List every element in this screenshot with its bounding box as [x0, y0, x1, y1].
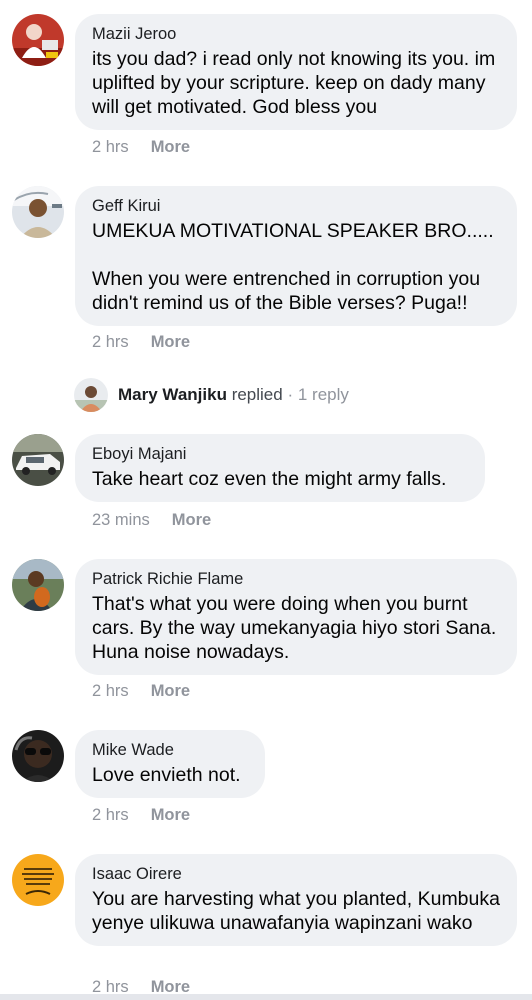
- comment-text: That's what you were doing when you burn…: [92, 593, 502, 663]
- comment-meta: 23 mins More: [92, 510, 211, 530]
- white-car-avatar-icon[interactable]: [12, 434, 64, 486]
- reply-count[interactable]: 1 reply: [298, 385, 349, 404]
- comment-time[interactable]: 2 hrs: [92, 138, 129, 156]
- quote-poster-avatar-icon[interactable]: [12, 854, 64, 906]
- bottom-divider: [0, 994, 532, 1000]
- comment-bubble: Isaac Oirere You are harvesting what you…: [75, 854, 517, 946]
- comment-bubble: Mazii Jeroo its you dad? i read only not…: [75, 14, 517, 130]
- reply-author[interactable]: Mary Wanjiku: [118, 385, 227, 404]
- comment-author[interactable]: Geff Kirui: [92, 196, 500, 216]
- comment-text: Love envieth not.: [92, 764, 241, 786]
- reply-separator: ·: [287, 385, 294, 404]
- more-button[interactable]: More: [151, 806, 190, 824]
- comment-text: Take heart coz even the might army falls…: [92, 468, 447, 490]
- comment-text: its you dad? i read only not knowing its…: [92, 48, 501, 118]
- comment-meta: 2 hrs More: [92, 805, 190, 825]
- comment-text: You are harvesting what you planted, Kum…: [92, 888, 506, 934]
- comment-author[interactable]: Isaac Oirere: [92, 864, 500, 884]
- woman-portrait-avatar-icon: [74, 378, 108, 412]
- man-portrait-avatar-icon[interactable]: [12, 186, 64, 238]
- more-button[interactable]: More: [172, 511, 211, 529]
- reply-summary[interactable]: Mary Wanjiku replied · 1 reply: [74, 377, 349, 413]
- more-button[interactable]: More: [151, 333, 190, 351]
- comment-bubble: Mike Wade Love envieth not.: [75, 730, 265, 798]
- comment-time[interactable]: 2 hrs: [92, 333, 129, 351]
- comment-meta: 2 hrs More: [92, 681, 190, 701]
- comment-time[interactable]: 2 hrs: [92, 682, 129, 700]
- comment-meta: 2 hrs More: [92, 137, 190, 157]
- comment-author[interactable]: Mazii Jeroo: [92, 24, 500, 44]
- red-figure-avatar-icon[interactable]: [12, 14, 64, 66]
- comment-bubble: Patrick Richie Flame That's what you wer…: [75, 559, 517, 675]
- comment-bubble: Geff Kirui UMEKUA MOTIVATIONAL SPEAKER B…: [75, 186, 517, 326]
- reply-summary-text[interactable]: Mary Wanjiku replied · 1 reply: [118, 385, 349, 405]
- comment-time[interactable]: 2 hrs: [92, 806, 129, 824]
- comment-meta: 2 hrs More: [92, 332, 190, 352]
- comment-text: UMEKUA MOTIVATIONAL SPEAKER BRO..... Whe…: [92, 220, 494, 314]
- man-sunglasses-avatar-icon[interactable]: [12, 730, 64, 782]
- comment-author[interactable]: Mike Wade: [92, 740, 248, 760]
- reply-action: replied: [231, 385, 283, 404]
- comment-author[interactable]: Eboyi Majani: [92, 444, 468, 464]
- comment-time[interactable]: 23 mins: [92, 511, 150, 529]
- more-button[interactable]: More: [151, 682, 190, 700]
- more-button[interactable]: More: [151, 138, 190, 156]
- comment-author[interactable]: Patrick Richie Flame: [92, 569, 500, 589]
- comment-bubble: Eboyi Majani Take heart coz even the mig…: [75, 434, 485, 502]
- man-guitar-avatar-icon[interactable]: [12, 559, 64, 611]
